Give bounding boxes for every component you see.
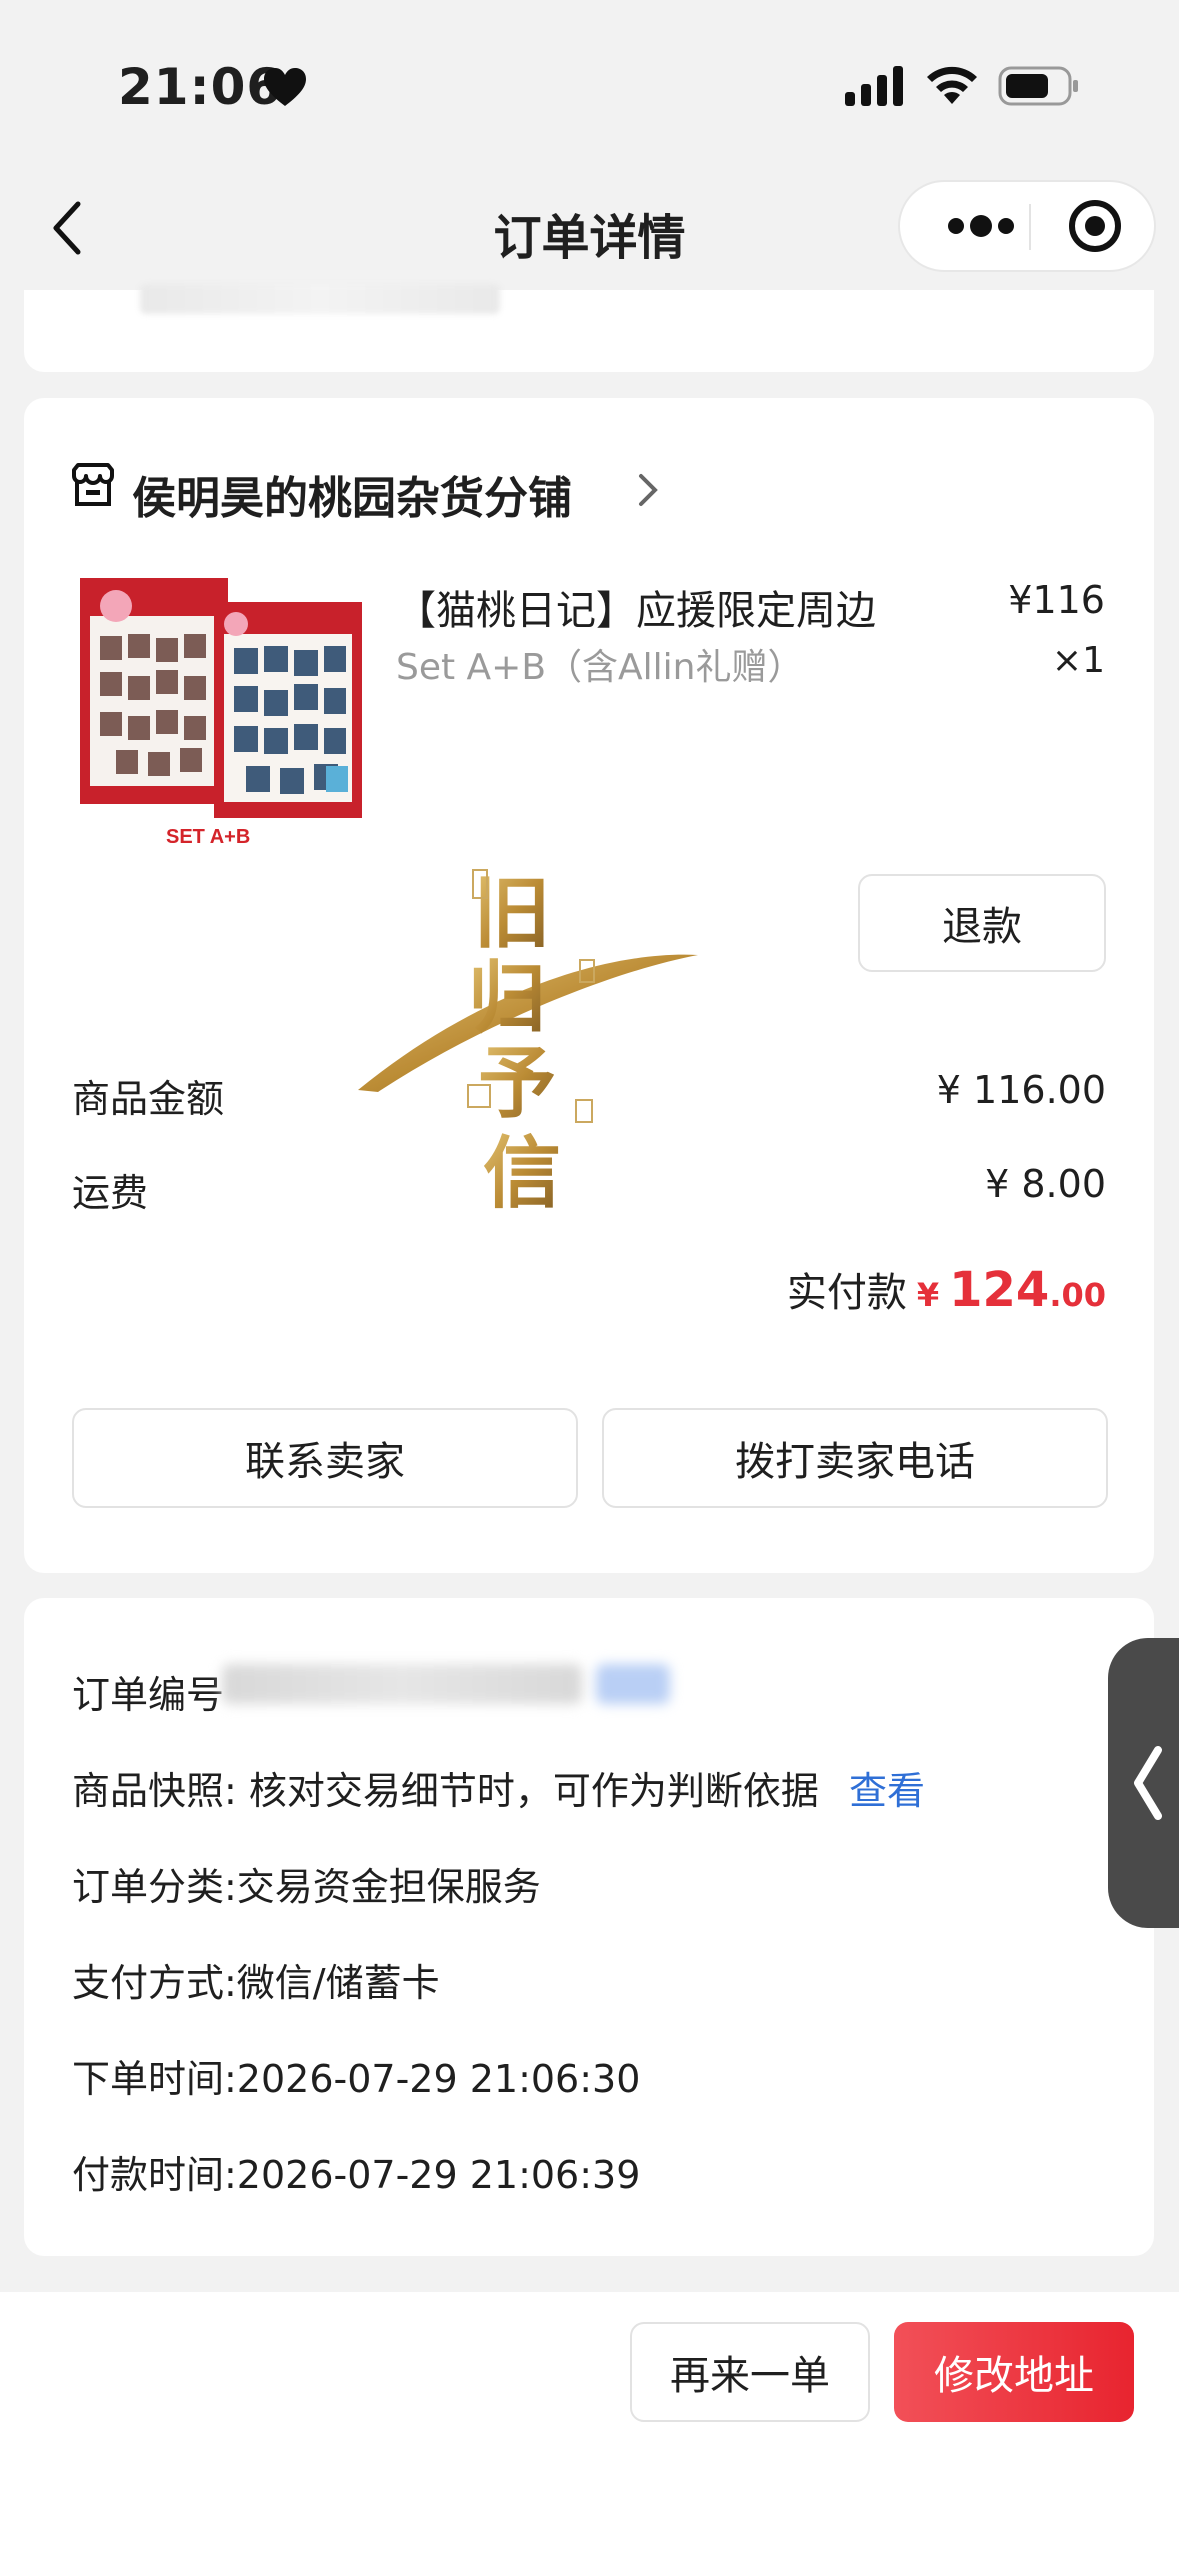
heart-icon [264,68,306,106]
shipping-label: 运费 [72,1171,149,1215]
product-image-label: SET A+B [166,826,251,848]
watermark-char-2: 归 [468,953,546,1044]
watermark-char-1: 旧 [473,868,551,959]
paid-integer: 124 [949,1262,1050,1318]
reorder-button[interactable]: 再来一单 [630,2322,870,2422]
product-qty: ×1 [1051,640,1105,681]
product-price: ¥116 [1008,578,1105,622]
mini-program-capsule [898,180,1156,272]
product-image[interactable] [76,576,372,846]
snapshot-label: 商品快照: 核对交易细节时，可作为判断依据 [72,1769,819,1813]
order-number-label: 订单编号 [72,1673,225,1717]
blurred-order-number [222,1664,582,1704]
paid-decimal: .00 [1049,1276,1106,1314]
watermark-char-4: 信 [483,1128,561,1219]
wifi-icon [927,66,977,104]
watermark-char-3: 予 [478,1038,556,1129]
call-seller-button[interactable]: 拨打卖家电话 [602,1408,1108,1508]
goods-amount-value: ¥ 116.00 [936,1068,1106,1112]
order-time: 下单时间:2026-07-29 21:06:30 [72,2057,641,2101]
modify-address-button[interactable]: 修改地址 [894,2322,1134,2422]
product-spec: Set A+B（含Allin礼赠） [396,647,804,688]
snapshot-view-link[interactable]: 查看 [849,1769,925,1813]
goods-amount-label: 商品金额 [72,1077,225,1121]
paid-currency: ¥ [916,1276,940,1314]
paid-amount-row: 实付款 ¥ 124.00 [787,1260,1106,1318]
status-time: 21:06 [118,58,283,116]
shop-name[interactable]: 侯明昊的桃园杂货分铺 [132,462,572,526]
more-dots-icon[interactable] [936,182,1026,270]
contact-seller-button[interactable]: 联系卖家 [72,1408,578,1508]
chevron-right-icon[interactable] [636,472,660,508]
shipping-value: ¥ 8.00 [985,1162,1106,1206]
product-title[interactable]: 【猫桃日记】应援限定周边 [396,578,876,636]
snapshot-row: 商品快照: 核对交易细节时，可作为判断依据 查看 [72,1760,925,1815]
signal-icon [845,66,903,106]
blurred-address [140,284,500,314]
chevron-left-icon [1134,1746,1162,1820]
refund-button[interactable]: 退款 [858,874,1106,972]
paid-label: 实付款 [786,1270,907,1316]
calligraphy-watermark: 旧 归 予 信 [358,868,698,1219]
blurred-copy-link[interactable] [596,1664,670,1704]
order-category: 订单分类:交易资金担保服务 [72,1865,541,1909]
shop-icon [72,463,114,506]
battery-icon [998,66,1078,106]
payment-method: 支付方式:微信/储蓄卡 [72,1961,440,2005]
side-drawer-tab[interactable] [1108,1638,1179,1928]
target-icon[interactable] [1060,182,1130,270]
pay-time: 付款时间:2026-07-29 21:06:39 [72,2153,641,2197]
capsule-divider [1029,204,1031,250]
